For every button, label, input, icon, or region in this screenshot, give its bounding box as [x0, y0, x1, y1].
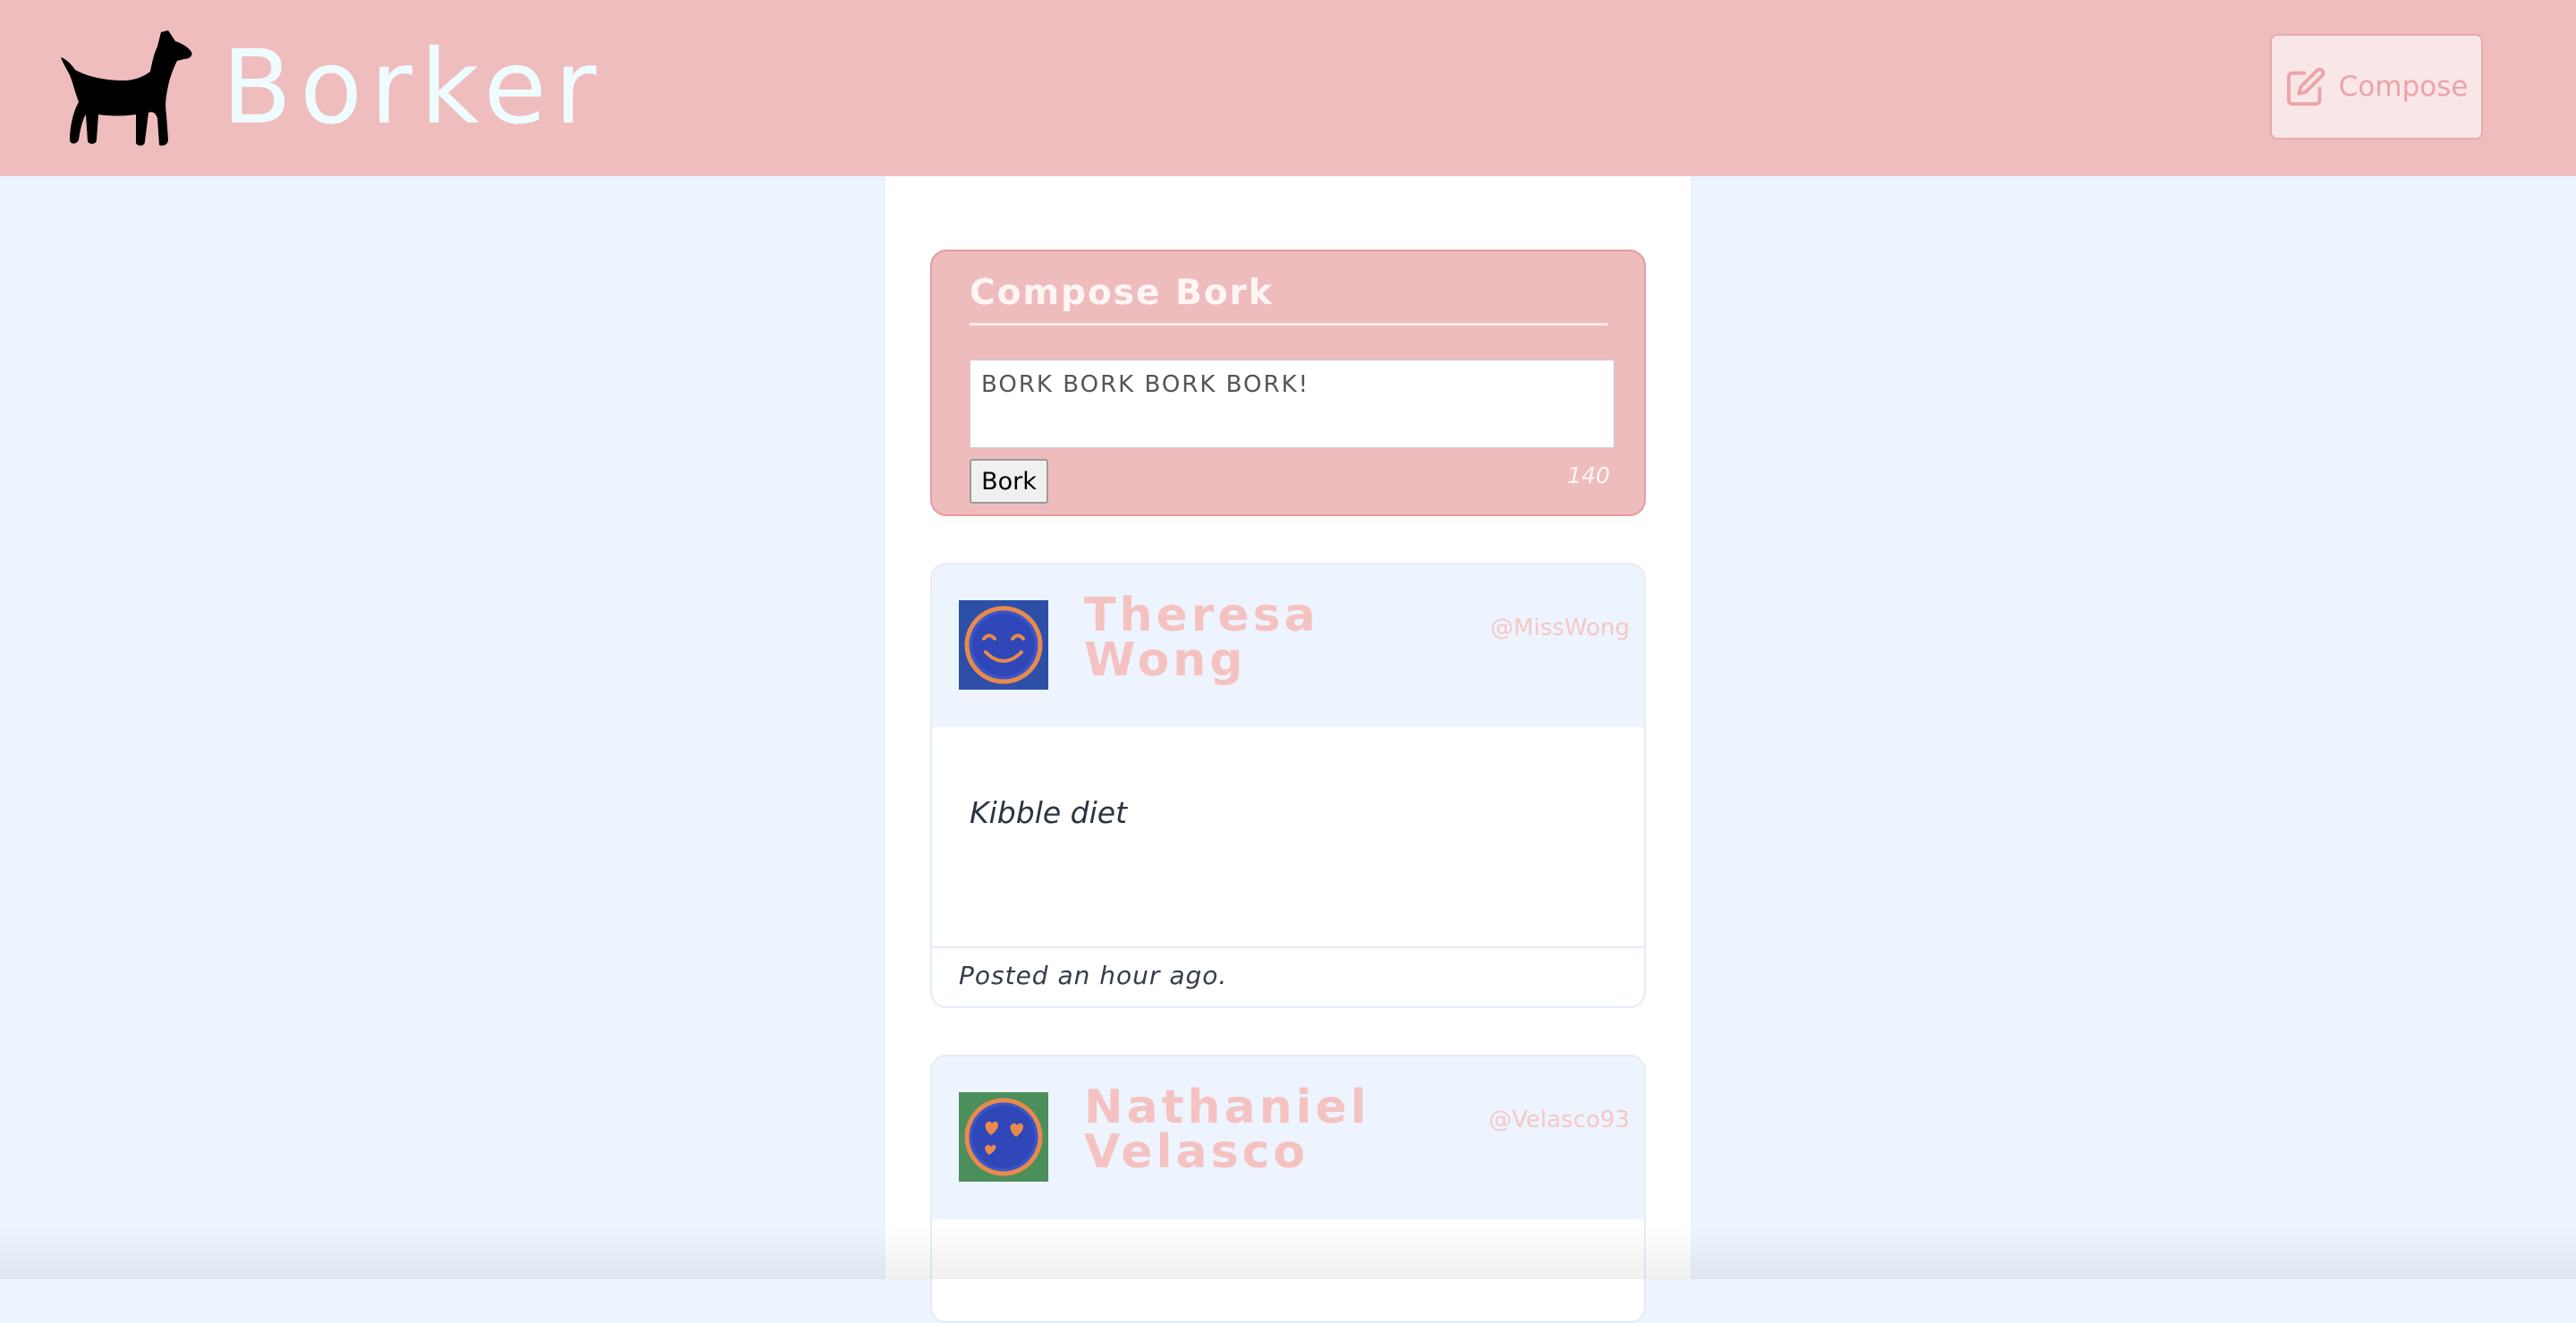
post-body: Kibble diet — [970, 795, 1128, 830]
post-footer: Posted an hour ago. — [932, 946, 1644, 1006]
author-name[interactable]: Theresa Wong — [1084, 592, 1352, 683]
dog-logo-icon — [61, 30, 192, 146]
feed-column: Compose Bork BORK BORK BORK BORK! Bork 1… — [886, 176, 1690, 1323]
smiling-face-avatar-icon[interactable] — [959, 600, 1048, 690]
brand-title[interactable]: Borker — [222, 27, 605, 148]
compose-button-label: Compose — [2338, 71, 2469, 103]
edit-icon — [2286, 67, 2325, 106]
bork-post: Theresa Wong @MissWong Kibble diet Poste… — [930, 563, 1646, 1008]
post-timestamp: Posted an hour ago. — [959, 961, 1228, 990]
post-header: Nathaniel Velasco @Velasco93 — [932, 1056, 1644, 1219]
author-name[interactable]: Nathaniel Velasco — [1084, 1084, 1367, 1175]
divider — [970, 323, 1608, 326]
bork-post: Nathaniel Velasco @Velasco93 — [930, 1055, 1646, 1323]
compose-button[interactable]: Compose — [2270, 34, 2483, 140]
post-header: Theresa Wong @MissWong — [932, 564, 1644, 727]
bork-text-input[interactable]: BORK BORK BORK BORK! — [970, 360, 1614, 448]
character-count: 140 — [1567, 462, 1610, 488]
bork-submit-button[interactable]: Bork — [970, 459, 1048, 504]
author-handle[interactable]: @MissWong — [1490, 615, 1630, 641]
compose-title: Compose Bork — [970, 273, 1274, 313]
author-handle[interactable]: @Velasco93 — [1488, 1107, 1630, 1133]
top-header: Borker Compose — [0, 0, 2576, 176]
heart-eyes-face-avatar-icon[interactable] — [959, 1092, 1048, 1182]
compose-bork-panel: Compose Bork BORK BORK BORK BORK! Bork 1… — [930, 250, 1646, 516]
